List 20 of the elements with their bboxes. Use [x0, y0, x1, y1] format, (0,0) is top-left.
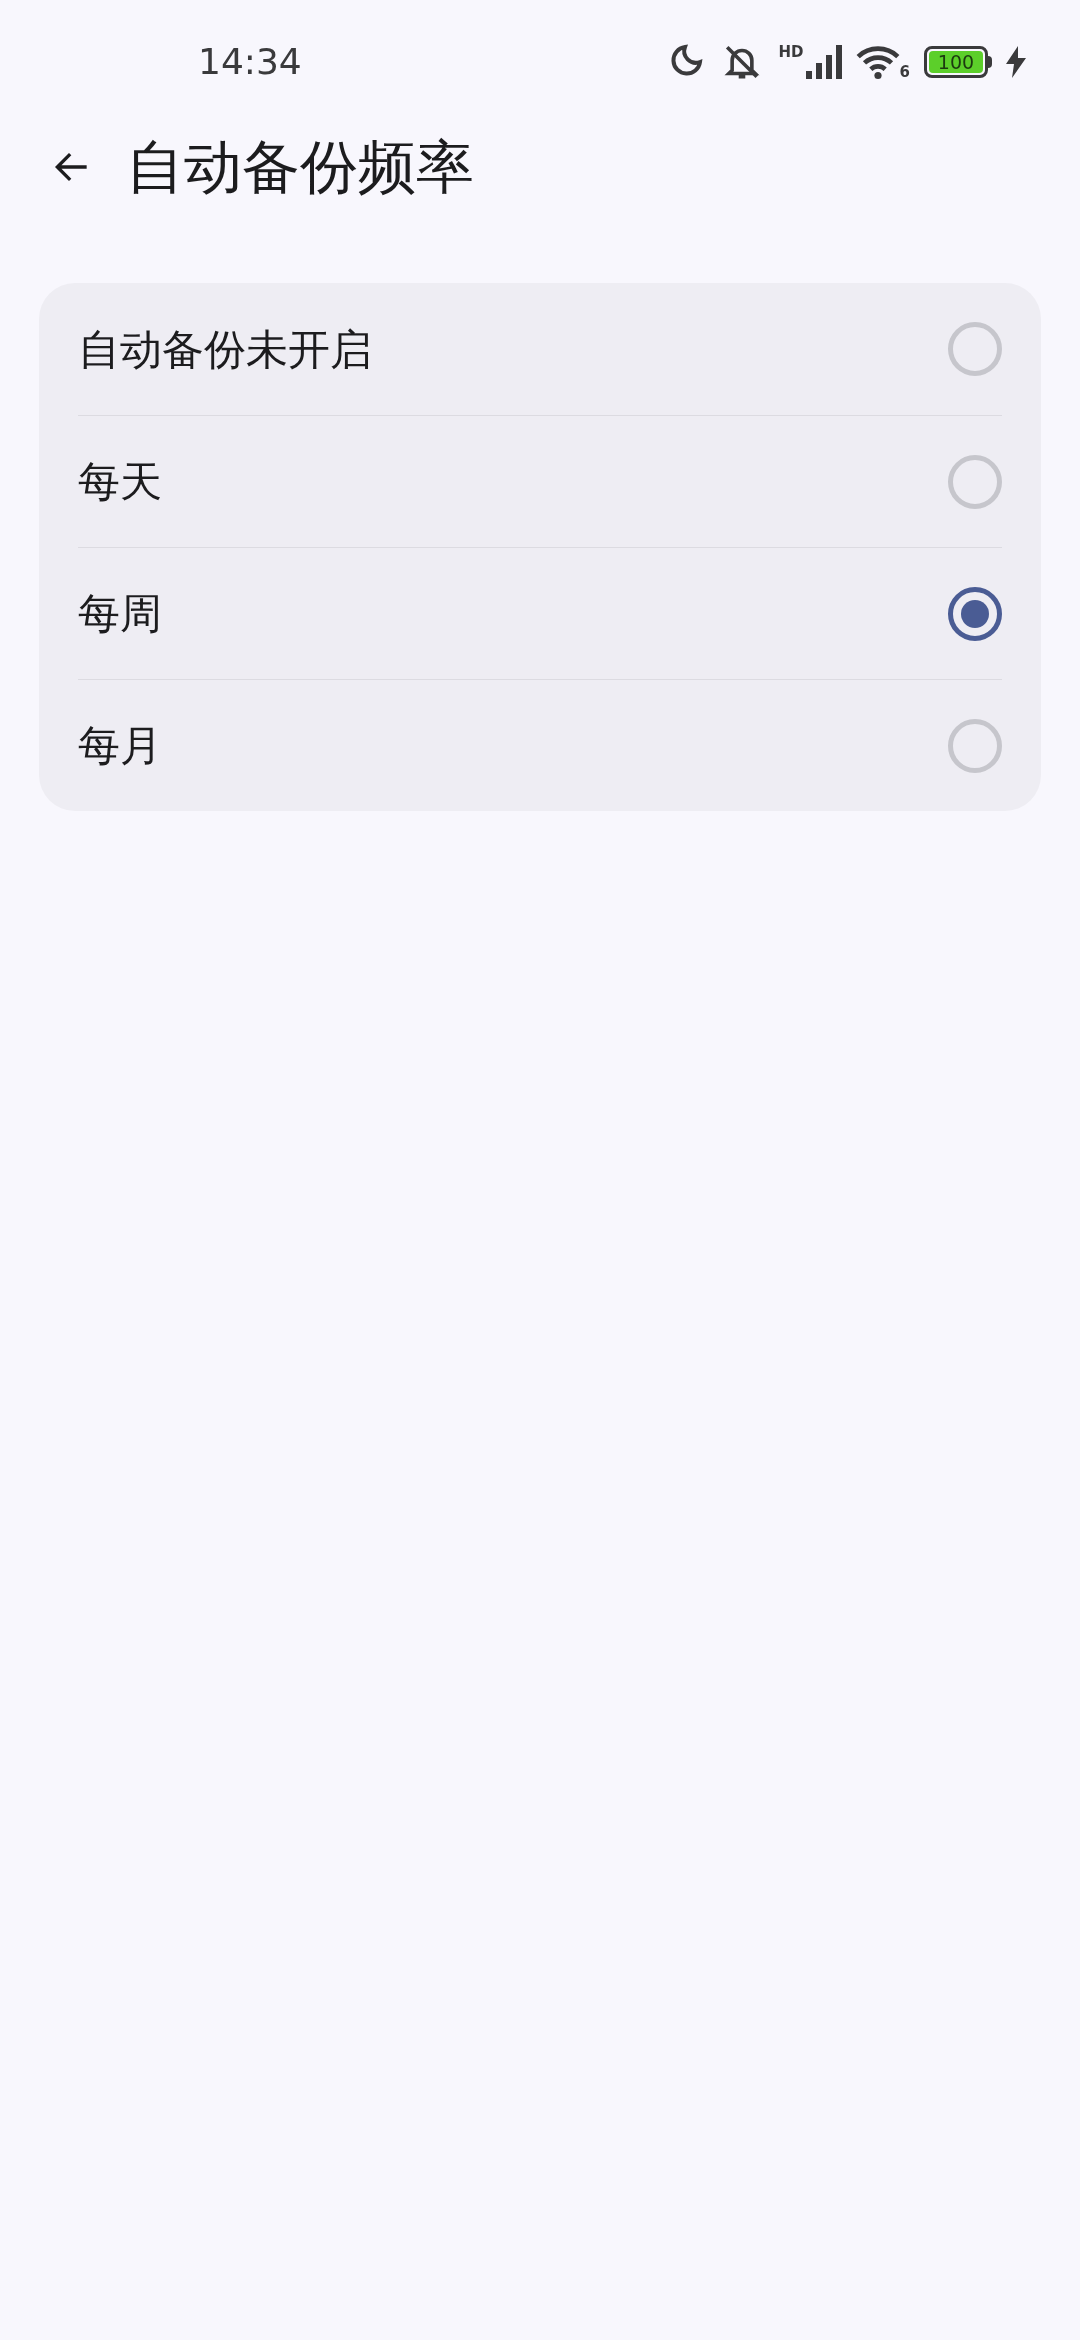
option-row[interactable]: 每天	[78, 415, 1002, 547]
page-title: 自动备份频率	[126, 131, 474, 203]
status-time: 14:34	[198, 40, 302, 84]
hd-label: HD	[778, 45, 804, 60]
radio-button[interactable]	[948, 718, 1002, 773]
option-label: 每月	[78, 720, 162, 772]
radio-button[interactable]	[948, 454, 1002, 509]
wifi-icon	[855, 44, 900, 80]
option-label: 每周	[78, 588, 162, 640]
option-label: 每天	[78, 456, 162, 508]
option-row[interactable]: 自动备份未开启	[78, 283, 1002, 415]
option-row[interactable]: 每周	[78, 547, 1002, 679]
wifi-generation: 6	[899, 65, 910, 80]
radio-button[interactable]	[948, 322, 1002, 376]
charging-bolt-icon	[1006, 46, 1026, 78]
signal-icon	[805, 45, 842, 79]
radio-button[interactable]	[948, 586, 1002, 641]
option-row[interactable]: 每月	[78, 679, 1002, 811]
option-label: 自动备份未开启	[78, 323, 372, 376]
battery-indicator: 100	[924, 46, 988, 78]
